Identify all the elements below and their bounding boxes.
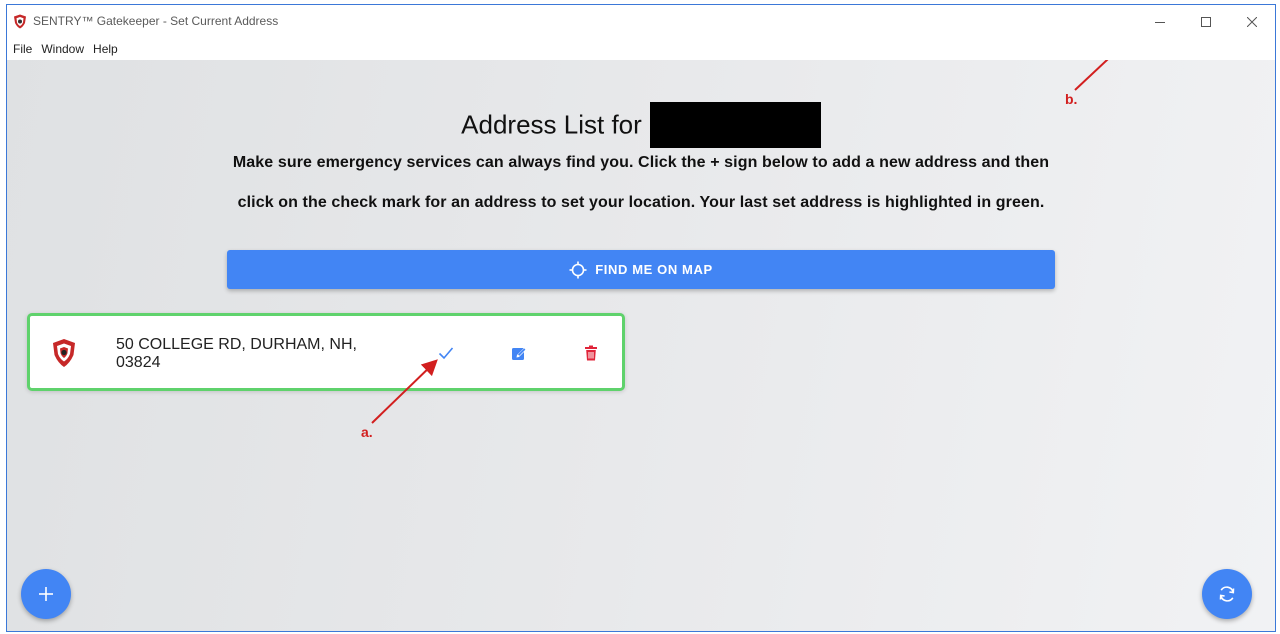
minimize-button[interactable] (1137, 5, 1183, 38)
menu-file[interactable]: File (13, 42, 32, 56)
close-icon (1247, 16, 1257, 27)
edit-address-button[interactable] (508, 342, 530, 364)
annotation-label-b: b. (1065, 91, 1078, 107)
title-bar: SENTRY™ Gatekeeper - Set Current Address (7, 5, 1275, 38)
maximize-icon (1201, 16, 1211, 27)
annotation-arrow-b (1074, 60, 1109, 91)
edit-icon (512, 348, 526, 360)
address-line-1: 50 COLLEGE RD, DURHAM, NH, (116, 336, 357, 353)
sentry-shield-icon (53, 339, 75, 367)
address-text: 50 COLLEGE RD, DURHAM, NH, 03824 (116, 336, 386, 372)
menu-help[interactable]: Help (93, 42, 118, 56)
crosshair-icon (569, 261, 587, 278)
app-window: SENTRY™ Gatekeeper - Set Current Address… (6, 4, 1276, 632)
sentry-shield-icon (14, 14, 26, 29)
find-button-label: FIND ME ON MAP (595, 262, 713, 277)
delete-address-button[interactable] (580, 342, 602, 364)
page-heading: Address List for (7, 102, 1275, 148)
add-address-button[interactable] (21, 569, 71, 619)
annotation-label-a: a. (361, 424, 373, 440)
maximize-button[interactable] (1183, 5, 1229, 38)
redacted-name (649, 102, 821, 148)
window-controls (1137, 5, 1275, 38)
description-line-1: Make sure emergency services can always … (232, 154, 1050, 171)
minimize-icon (1155, 21, 1165, 23)
main-content: Address List for Make sure emergency ser… (7, 60, 1275, 631)
check-icon (438, 347, 454, 360)
find-me-on-map-button[interactable]: FIND ME ON MAP (227, 250, 1055, 289)
plus-icon (39, 587, 53, 601)
refresh-icon (1219, 586, 1235, 602)
refresh-button[interactable] (1202, 569, 1252, 619)
menu-window[interactable]: Window (41, 42, 84, 56)
trash-icon (585, 345, 597, 361)
window-title: SENTRY™ Gatekeeper - Set Current Address (33, 14, 279, 28)
address-line-2: 03824 (116, 354, 161, 371)
address-card: 50 COLLEGE RD, DURHAM, NH, 03824 (27, 313, 625, 391)
set-location-button[interactable] (435, 342, 457, 364)
page-title: Address List for (461, 109, 642, 140)
description-line-2: click on the check mark for an address t… (237, 194, 1045, 211)
close-button[interactable] (1229, 5, 1275, 38)
menu-bar: File Window Help (7, 38, 1275, 60)
